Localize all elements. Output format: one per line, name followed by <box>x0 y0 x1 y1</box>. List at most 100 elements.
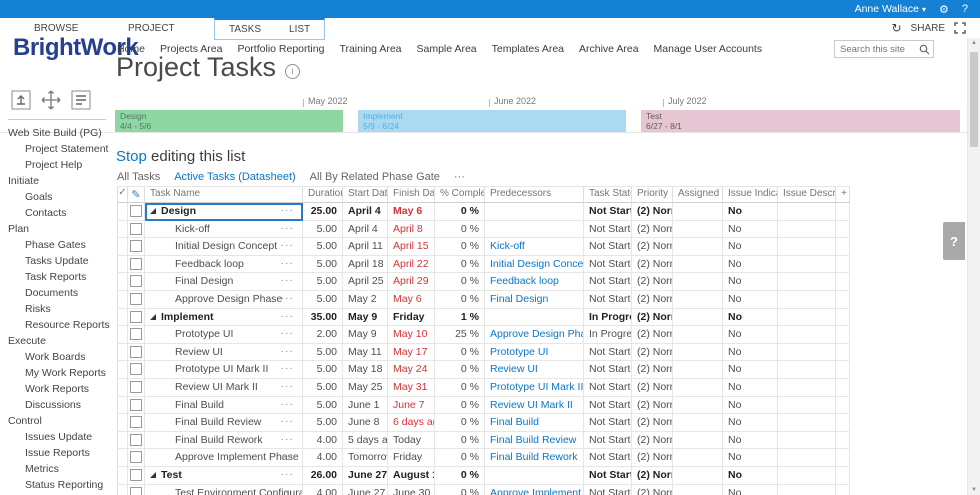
column-header-priority[interactable]: Priority <box>632 187 673 203</box>
tab-tasks[interactable]: TASKS <box>215 22 275 37</box>
row-ellipsis[interactable]: ··· <box>281 274 295 286</box>
cell-predecessors[interactable]: Final Design <box>485 291 584 309</box>
cell-task-name[interactable]: Initial Design Concept··· <box>145 238 303 256</box>
cell-assigned-to[interactable] <box>673 361 723 379</box>
cell-assigned-to[interactable] <box>673 432 723 450</box>
cell-add-column[interactable] <box>836 379 850 397</box>
cell-priority[interactable]: (2) Normal <box>632 344 673 362</box>
row-checkbox[interactable] <box>130 275 142 287</box>
cell-start-date[interactable]: April 18 <box>343 256 388 274</box>
row-ellipsis[interactable]: ··· <box>281 468 295 480</box>
cell-start-date[interactable]: April 11 <box>343 238 388 256</box>
cell-task-status[interactable]: Not Started <box>584 485 632 495</box>
cell-issue-description[interactable] <box>778 256 836 274</box>
cell-start-date[interactable]: June 27 <box>343 485 388 495</box>
cell-task-name[interactable]: Approve Implement Phase··· <box>145 449 303 467</box>
cell-predecessors[interactable]: Prototype UI Mark II <box>485 379 584 397</box>
cell-row-indicator[interactable] <box>118 414 128 432</box>
cell-issue-description[interactable] <box>778 326 836 344</box>
row-ellipsis[interactable]: ··· <box>281 204 295 216</box>
cell-task-status[interactable]: Not Started <box>584 221 632 239</box>
column-header-assigned-to[interactable]: Assigned To <box>673 187 723 203</box>
sidebar-item-issue-reports[interactable]: Issue Reports <box>8 445 114 461</box>
cell-task-name[interactable]: Approve Design Phase··· <box>145 291 303 309</box>
cell-task-status[interactable]: In Progress <box>584 326 632 344</box>
cell-duration[interactable]: 5.00 <box>303 256 343 274</box>
view-all-by-related-phase-gate[interactable]: All By Related Phase Gate <box>310 171 440 183</box>
cell-priority[interactable]: (2) Normal <box>632 397 673 415</box>
cell-assigned-to[interactable] <box>673 221 723 239</box>
group-expand-icon[interactable] <box>150 314 156 320</box>
cell-task-status[interactable]: Not Started <box>584 432 632 450</box>
cell-issue-indicator[interactable]: No <box>723 449 778 467</box>
help-icon[interactable]: ? <box>962 3 968 15</box>
cell-issue-description[interactable] <box>778 414 836 432</box>
cell-issue-description[interactable] <box>778 291 836 309</box>
row-checkbox[interactable] <box>130 399 142 411</box>
cell-assigned-to[interactable] <box>673 379 723 397</box>
row-checkbox[interactable] <box>130 223 142 235</box>
cell-row-indicator[interactable] <box>118 379 128 397</box>
cell-start-date[interactable]: April 4 <box>343 221 388 239</box>
cell-task-name[interactable]: Final Design··· <box>145 273 303 291</box>
sidebar-item-execute[interactable]: Execute <box>8 333 114 349</box>
cell-task-status[interactable]: Not Started <box>584 361 632 379</box>
nav-item-archive-area[interactable]: Archive Area <box>579 43 639 55</box>
predecessor-link[interactable]: Kick-off <box>490 240 525 252</box>
view-active-tasks-datasheet[interactable]: Active Tasks (Datasheet) <box>174 171 295 183</box>
cell-row-indicator[interactable] <box>118 432 128 450</box>
cell-task-status[interactable]: Not Started <box>584 256 632 274</box>
predecessor-link[interactable]: Final Build Rework <box>490 451 578 463</box>
cell-issue-description[interactable] <box>778 432 836 450</box>
cell-duration[interactable]: 5.00 <box>303 273 343 291</box>
cell-percent-complete[interactable]: 0 % <box>435 273 485 291</box>
sidebar-item-goals[interactable]: Goals <box>8 189 114 205</box>
cell-task-status[interactable]: Not Started <box>584 344 632 362</box>
focus-mode-icon[interactable] <box>954 22 966 34</box>
sidebar-item-resource-reports[interactable]: Resource Reports <box>8 317 114 333</box>
timeline-bar-test[interactable]: Test6/27 - 8/1 <box>641 110 960 132</box>
cell-priority[interactable]: (2) Normal <box>632 485 673 495</box>
predecessor-link[interactable]: Approve Design Phase <box>490 328 584 340</box>
row-ellipsis[interactable]: ··· <box>281 310 295 322</box>
cell-add-column[interactable] <box>836 432 850 450</box>
sidebar-item-initiate[interactable]: Initiate <box>8 173 114 189</box>
cell-percent-complete[interactable]: 25 % <box>435 326 485 344</box>
cell-assigned-to[interactable] <box>673 273 723 291</box>
cell-task-status[interactable]: Not Started <box>584 414 632 432</box>
cell-percent-complete[interactable]: 0 % <box>435 221 485 239</box>
move-sync-icon[interactable] <box>40 89 62 111</box>
cell-finish-date[interactable]: May 17 <box>388 344 435 362</box>
tab-list[interactable]: LIST <box>275 22 324 37</box>
predecessor-link[interactable]: Review UI Mark II <box>490 399 573 411</box>
cell-task-status[interactable]: Not Started <box>584 203 632 221</box>
cell-issue-indicator[interactable]: No <box>723 256 778 274</box>
publish-icon[interactable] <box>10 89 32 111</box>
cell-start-date[interactable]: May 25 <box>343 379 388 397</box>
cell-priority[interactable]: (2) Normal <box>632 379 673 397</box>
cell-task-name[interactable]: Design··· <box>145 203 303 221</box>
cell-task-status[interactable]: Not Started <box>584 397 632 415</box>
cell-finish-date[interactable]: Friday <box>388 309 435 327</box>
cell-row-indicator[interactable] <box>118 291 128 309</box>
nav-item-manage-user-accounts[interactable]: Manage User Accounts <box>654 43 763 55</box>
cell-finish-date[interactable]: Friday <box>388 449 435 467</box>
cell-task-name[interactable]: Final Build··· <box>145 397 303 415</box>
predecessor-link[interactable]: Approve Implement Phase <box>490 487 584 495</box>
row-checkbox[interactable] <box>130 451 142 463</box>
cell-row-indicator[interactable] <box>118 449 128 467</box>
predecessor-link[interactable]: Prototype UI Mark II <box>490 381 583 393</box>
cell-add-column[interactable] <box>836 414 850 432</box>
cell-row-indicator[interactable] <box>118 203 128 221</box>
sidebar-item-my-work-reports[interactable]: My Work Reports <box>8 365 114 381</box>
cell-task-status[interactable]: Not Started <box>584 273 632 291</box>
sidebar-item-discussions[interactable]: Discussions <box>8 397 114 413</box>
cell-percent-complete[interactable]: 0 % <box>435 291 485 309</box>
cell-predecessors[interactable]: Initial Design Concept <box>485 256 584 274</box>
sidebar-item-metrics[interactable]: Metrics <box>8 461 114 477</box>
cell-priority[interactable]: (2) Normal <box>632 432 673 450</box>
cell-row-indicator[interactable] <box>118 326 128 344</box>
cell-percent-complete[interactable]: 0 % <box>435 344 485 362</box>
cell-task-status[interactable]: Not Started <box>584 379 632 397</box>
cell-priority[interactable]: (2) Normal <box>632 467 673 485</box>
